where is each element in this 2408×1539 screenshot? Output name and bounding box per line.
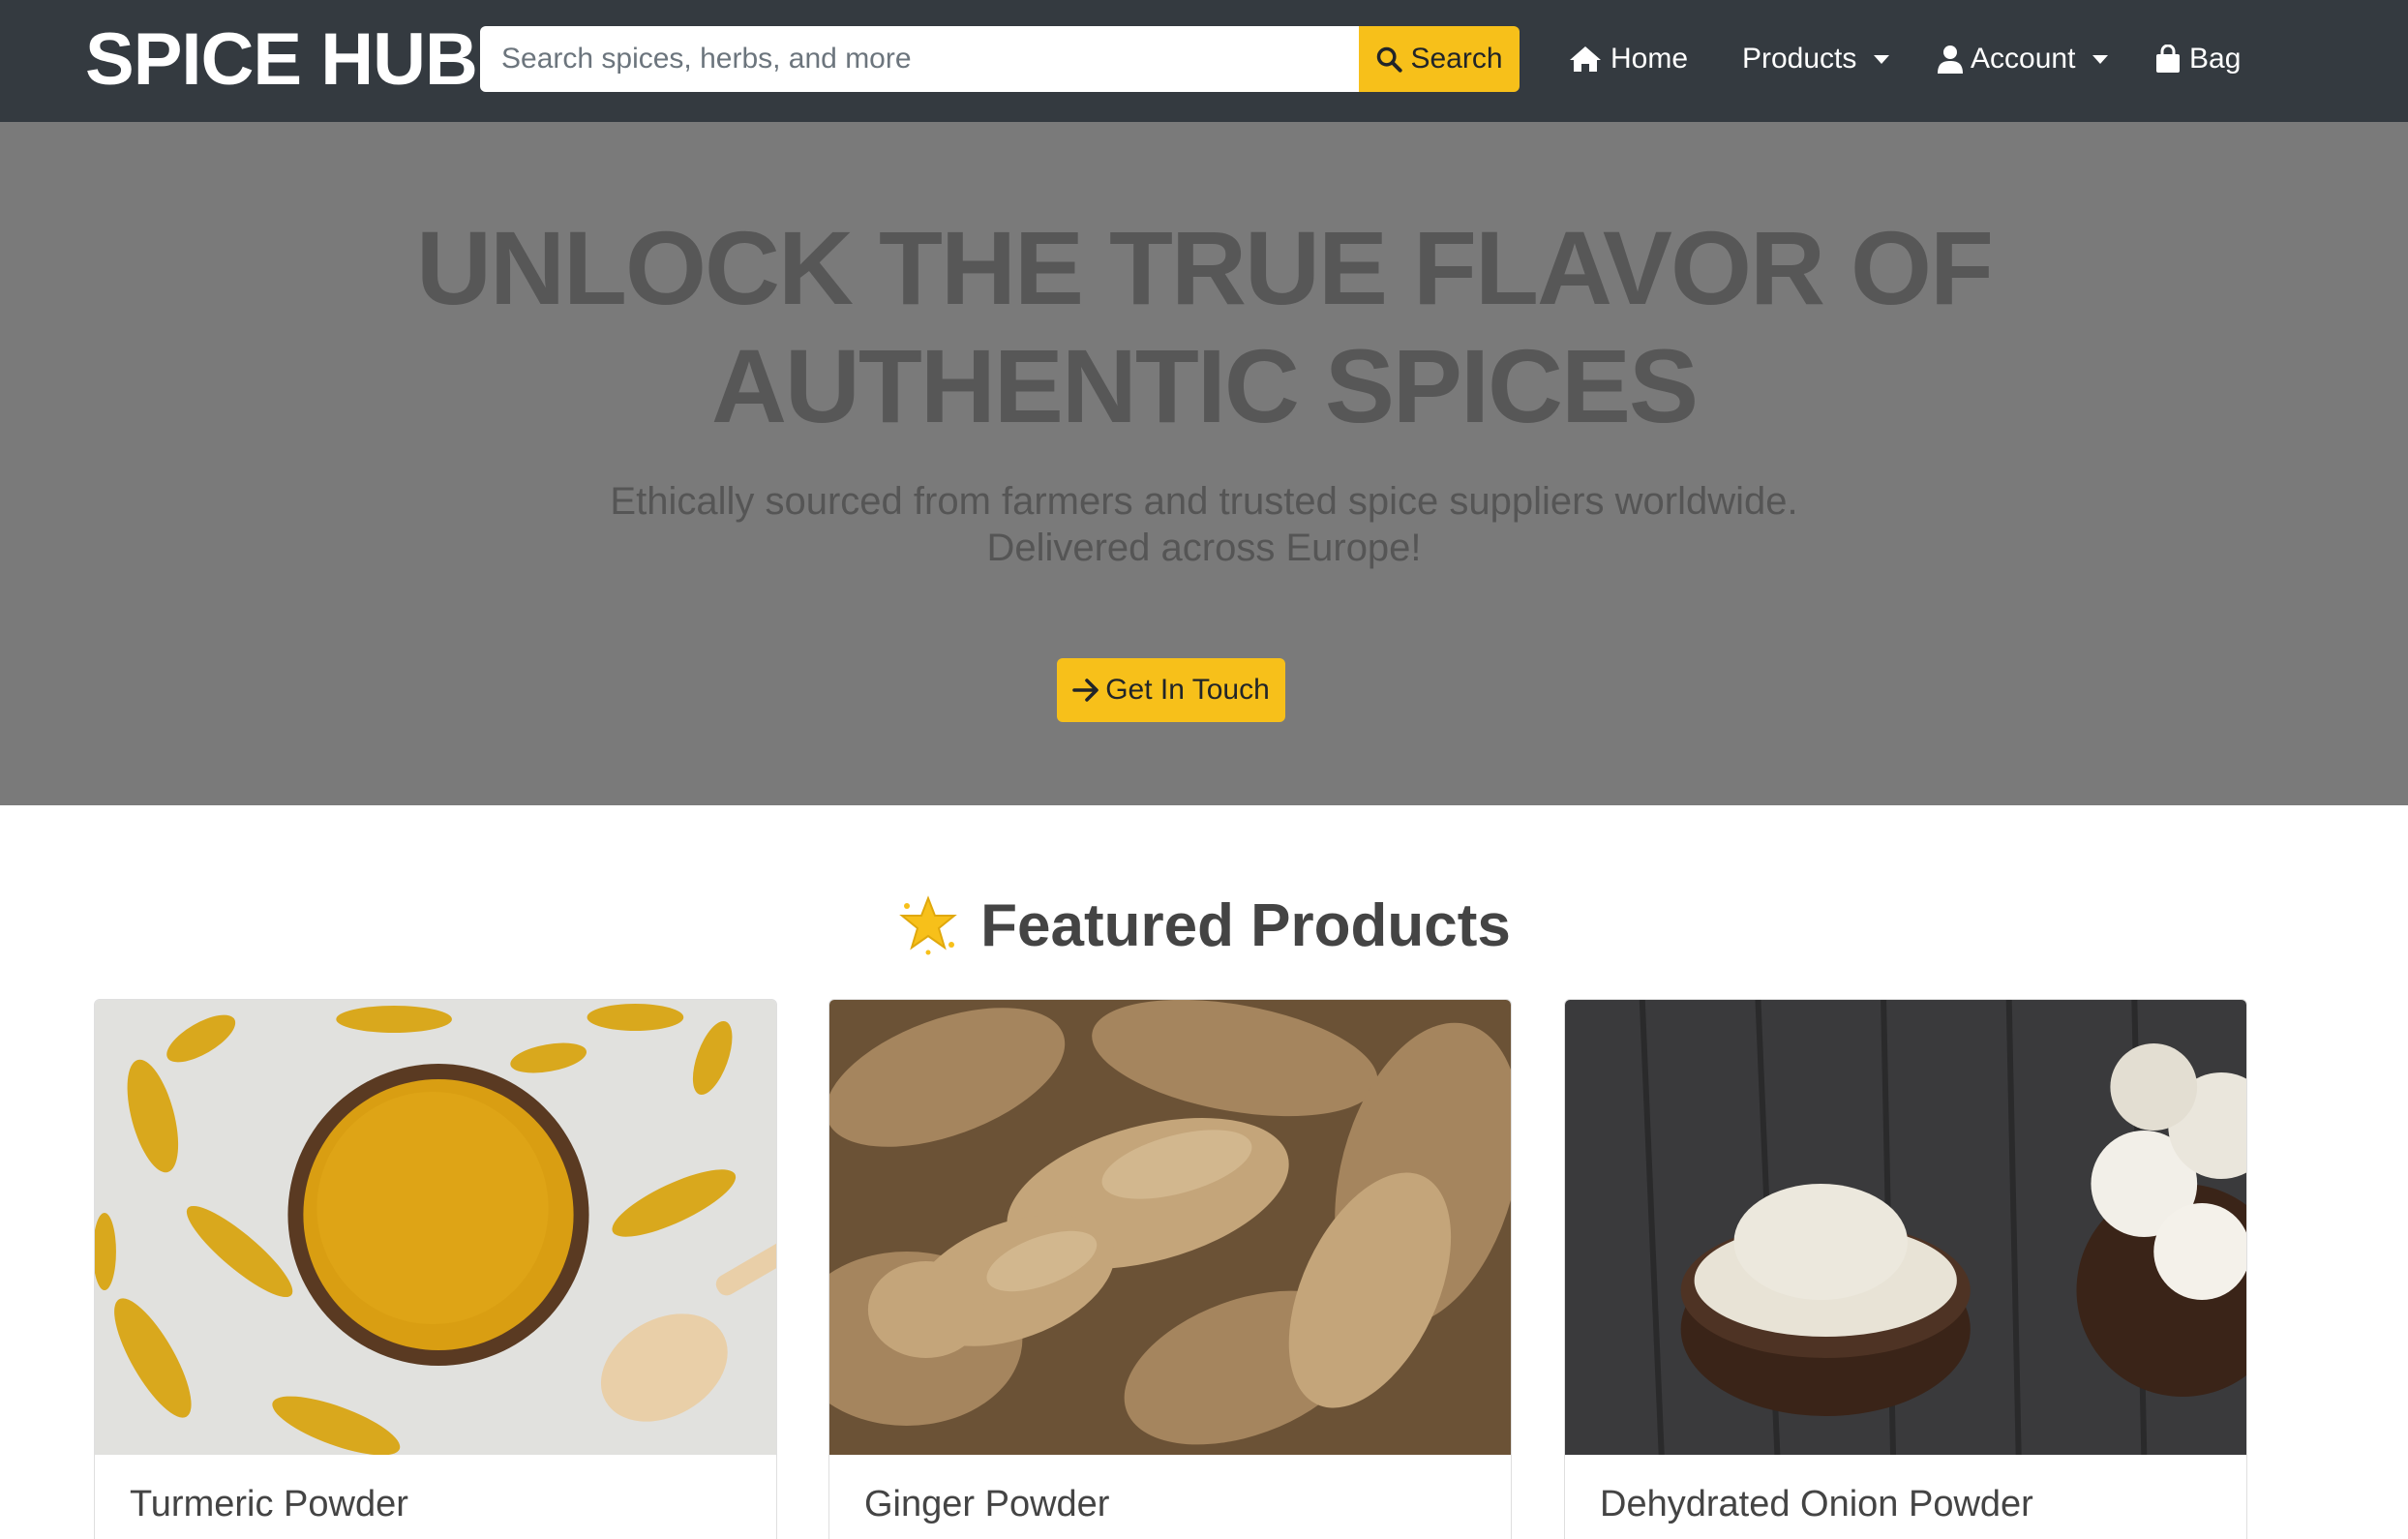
get-in-touch-label: Get In Touch xyxy=(1105,674,1270,706)
product-image-onion[interactable] xyxy=(1565,1000,2246,1455)
hero-section: UNLOCK THE TRUE FLAVOR OF AUTHENTIC SPIC… xyxy=(0,122,2408,805)
chevron-down-icon xyxy=(1874,54,1890,64)
user-icon xyxy=(1938,45,1963,74)
nav-account-label: Account xyxy=(1971,43,2076,75)
hero-subtitle: Ethically sourced from farmers and trust… xyxy=(430,478,1978,571)
product-card-turmeric[interactable]: Turmeric Powder xyxy=(94,999,777,1539)
product-card-onion[interactable]: Dehydrated Onion Powder xyxy=(1564,999,2247,1539)
hero-title-line2: AUTHENTIC SPICES xyxy=(710,327,1699,444)
nav-bag[interactable]: Bag xyxy=(2154,37,2241,81)
hero-subtitle-line1: Ethically sourced from farmers and trust… xyxy=(610,480,1798,523)
nav-home[interactable]: Home xyxy=(1568,37,1688,81)
chevron-down-icon xyxy=(2092,54,2109,64)
nav-account[interactable]: Account xyxy=(1938,37,2109,81)
featured-title: Featured Products xyxy=(980,891,1511,959)
home-icon xyxy=(1568,45,1603,74)
product-card-ginger[interactable]: Ginger Powder xyxy=(828,999,1512,1539)
main-nav: Home Products Account Bag xyxy=(0,0,2408,122)
hero-title: UNLOCK THE TRUE FLAVOR OF AUTHENTIC SPIC… xyxy=(236,209,2172,445)
product-name: Dehydrated Onion Powder xyxy=(1600,1484,2033,1524)
product-image-ginger[interactable] xyxy=(829,1000,1511,1455)
hero-subtitle-line2: Delivered across Europe! xyxy=(986,527,1422,569)
arrow-right-icon xyxy=(1072,678,1099,703)
nav-products[interactable]: Products xyxy=(1742,37,1890,81)
nav-home-label: Home xyxy=(1610,43,1689,75)
star-icon xyxy=(897,894,959,956)
shopping-bag-icon xyxy=(2154,45,2182,74)
hero-title-line1: UNLOCK THE TRUE FLAVOR OF xyxy=(416,209,1994,326)
navbar: SPICE HUB Search Home Products Account xyxy=(0,0,2408,122)
nav-bag-label: Bag xyxy=(2189,43,2242,75)
featured-heading: Featured Products xyxy=(0,881,2408,970)
product-image-turmeric[interactable] xyxy=(95,1000,776,1455)
product-name: Ginger Powder xyxy=(864,1484,1110,1524)
product-name: Turmeric Powder xyxy=(130,1484,408,1524)
nav-products-label: Products xyxy=(1742,43,1857,75)
get-in-touch-button[interactable]: Get In Touch xyxy=(1057,658,1285,722)
